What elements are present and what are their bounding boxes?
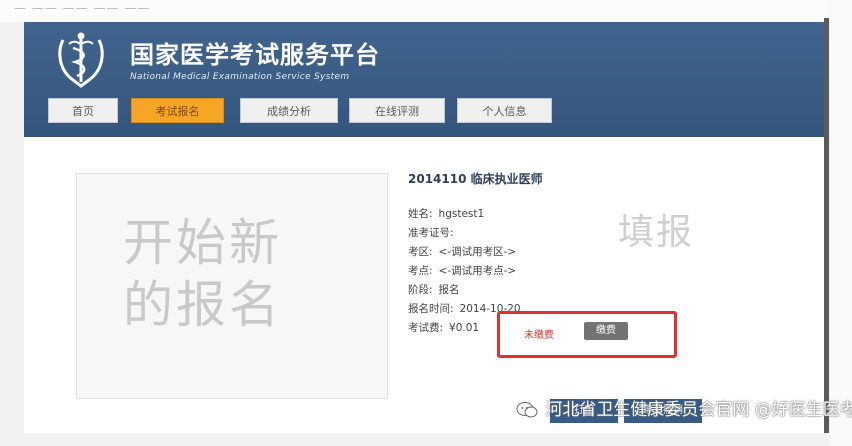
info-value: hgstest1 xyxy=(438,208,485,220)
tab-home[interactable]: 首页 xyxy=(48,98,118,123)
right-gutter xyxy=(830,0,852,446)
info-value: 报名 xyxy=(438,284,460,296)
site-header: 国家医学考试服务平台 National Medical Examination … xyxy=(24,22,824,137)
info-label: 考点: xyxy=(408,265,433,277)
pay-button[interactable]: 缴费 xyxy=(584,322,628,340)
info-label: 准考证号: xyxy=(408,227,454,239)
exam-title: 2014110 临床执业医师 xyxy=(408,172,543,186)
info-label: 阶段: xyxy=(408,284,433,296)
main-content: 开始新 的报名 2014110 临床执业医师 姓名: hgstest1 准考证号:… xyxy=(24,137,824,433)
info-value: <-调试用考区-> xyxy=(438,246,517,258)
info-label: 报名时间: xyxy=(408,303,454,315)
tab-online-assessment[interactable]: 在线评测 xyxy=(349,98,445,123)
info-row-name: 姓名: hgstest1 xyxy=(408,205,521,224)
info-value: <-调试用考点-> xyxy=(438,265,517,277)
card-text-line1: 开始新 xyxy=(123,214,282,272)
info-value: ¥0.01 xyxy=(449,322,480,334)
site-subtitle: National Medical Examination Service Sys… xyxy=(130,72,350,82)
caduceus-logo-icon xyxy=(58,32,104,88)
start-new-registration-card[interactable]: 开始新 的报名 xyxy=(76,173,388,399)
fill-watermark-label: 填报 xyxy=(618,212,695,253)
wechat-icon xyxy=(516,402,538,418)
info-row-exam-site: 考点: <-调试用考点-> xyxy=(408,262,521,281)
source-watermark-text: 河北省卫生健康委员会官网 @好医生医考 xyxy=(545,400,852,420)
info-label: 考区: xyxy=(408,246,433,258)
tab-personal-info[interactable]: 个人信息 xyxy=(457,98,552,123)
source-watermark: 河北省卫生健康委员会官网 @好医生医考 xyxy=(516,393,852,427)
info-row-stage: 阶段: 报名 xyxy=(408,281,521,300)
start-new-registration-label: 开始新 的报名 xyxy=(123,212,353,336)
top-blurred-strip: — —— —— —— —— xyxy=(0,0,852,22)
tab-exam-registration[interactable]: 考试报名 xyxy=(131,98,224,123)
unpaid-status: 未缴费 xyxy=(524,330,554,341)
info-label: 考试费: xyxy=(408,322,444,334)
scrollbar-edge xyxy=(824,18,829,433)
tab-score-analysis[interactable]: 成绩分析 xyxy=(240,98,338,123)
card-text-line2: 的报名 xyxy=(123,276,282,334)
info-label: 姓名: xyxy=(408,208,433,220)
info-row-exam-region: 考区: <-调试用考区-> xyxy=(408,243,521,262)
site-title: 国家医学考试服务平台 xyxy=(130,41,380,69)
app-frame: 国家医学考试服务平台 National Medical Examination … xyxy=(24,22,824,433)
info-row-admission-number: 准考证号: xyxy=(408,224,521,243)
